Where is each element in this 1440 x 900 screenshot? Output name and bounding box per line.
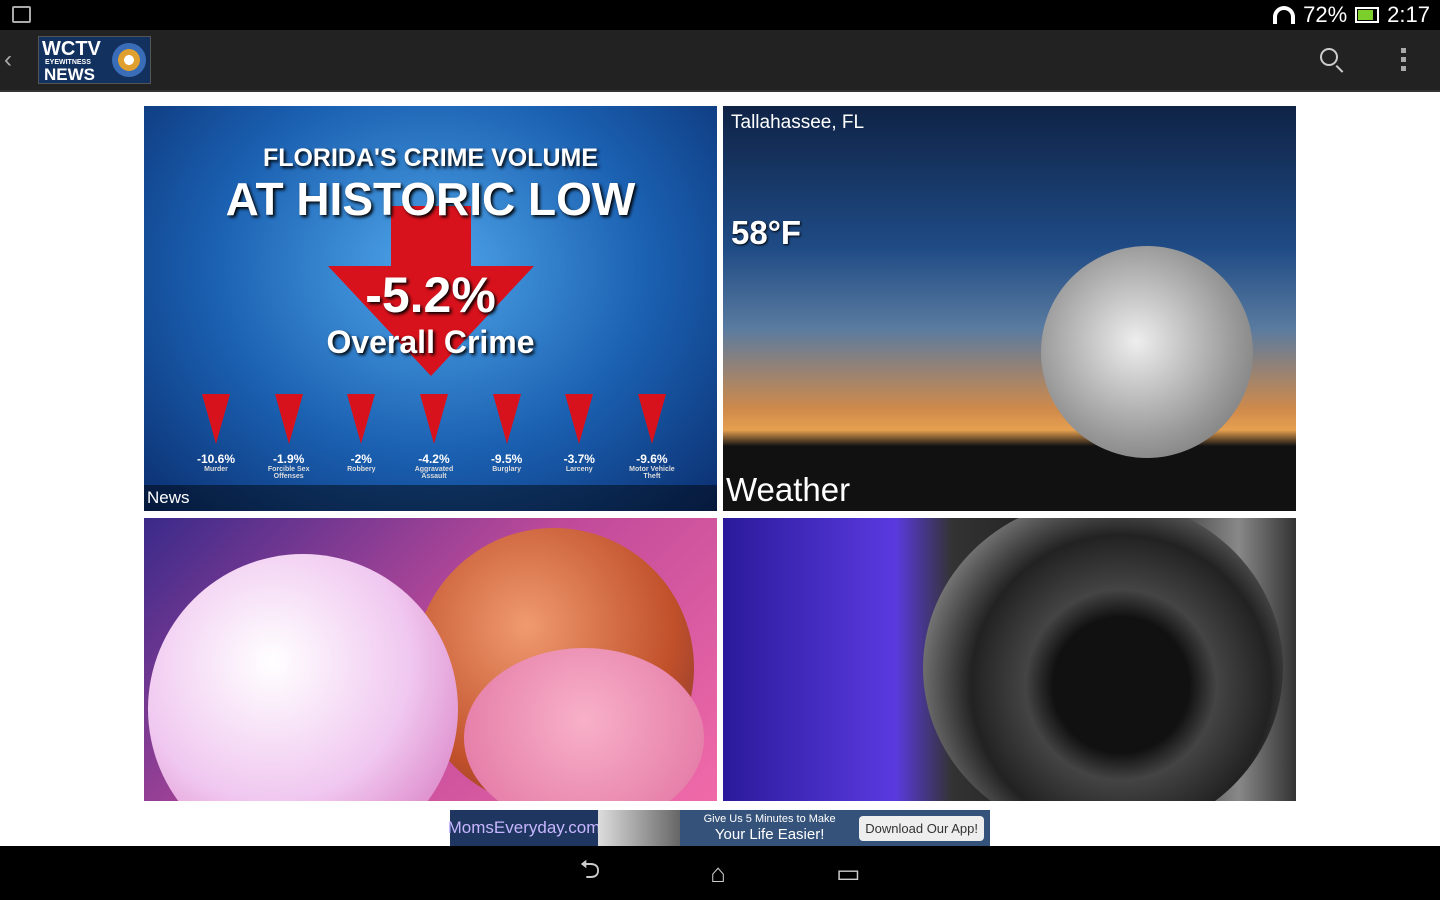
news-caption: News (144, 485, 717, 511)
camera-lens-image (923, 518, 1283, 801)
stat-item: -2% Robbery (329, 394, 393, 480)
video-tile[interactable] (723, 518, 1296, 801)
weather-temperature: 58°F (731, 214, 802, 251)
moon-image (1041, 246, 1253, 458)
overflow-menu-icon[interactable] (1401, 48, 1406, 71)
search-icon[interactable] (1320, 48, 1338, 66)
cbs-eye-icon (112, 43, 146, 77)
weather-tile[interactable]: Tallahassee, FL 58°F Weather (723, 106, 1296, 511)
crime-stats: -10.6% Murder -1.9% Forcible Sex Offenses … (184, 394, 684, 480)
battery-percent: 72% (1303, 2, 1348, 27)
overall-label: Overall Crime (326, 324, 535, 360)
stat-item: -1.9% Forcible Sex Offenses (257, 394, 321, 480)
back-icon[interactable]: ⮌ (579, 851, 600, 895)
headline-small: FLORIDA'S CRIME VOLUME (262, 144, 599, 172)
sports-tile[interactable] (144, 518, 717, 801)
home-icon[interactable]: ⌂ (710, 858, 726, 889)
ad-photo (598, 810, 680, 846)
stat-item: -9.6% Motor Vehicle Theft (620, 394, 684, 480)
status-bar: 72% 2:17 (0, 0, 1440, 30)
up-chevron-icon[interactable]: ‹ (4, 46, 12, 74)
soccer-ball-image (148, 554, 458, 801)
wifi-icon (1273, 6, 1296, 24)
action-bar: ‹ WCTV EYEWITNESS NEWS (0, 30, 1440, 92)
battery-icon (1355, 7, 1380, 23)
ad-tagline: Give Us 5 Minutes to Make Your Life Easie… (703, 813, 836, 843)
overall-value: -5.2% (365, 267, 496, 323)
weather-caption: Weather (726, 471, 851, 508)
news-tile[interactable]: FLORIDA'S CRIME VOLUME AT HISTORIC LOW -… (144, 106, 717, 511)
stat-item: -10.6% Murder (184, 394, 248, 480)
ad-brand: MomsEveryday.com (448, 810, 600, 846)
recents-icon[interactable]: ▭ (836, 858, 861, 889)
stat-item: -9.5% Burglary (475, 394, 539, 480)
image-notification-icon (12, 6, 31, 23)
navigation-bar: ⮌ ⌂ ▭ (0, 846, 1440, 900)
logo-text: WCTV (42, 38, 101, 60)
logo-news: NEWS (44, 65, 95, 84)
clock: 2:17 (1387, 2, 1430, 27)
stat-item: -4.2% Aggravated Assault (402, 394, 466, 480)
wctv-logo[interactable]: WCTV EYEWITNESS NEWS (38, 36, 151, 84)
headline-big: AT HISTORIC LOW (225, 173, 636, 225)
ad-download-button[interactable]: Download Our App! (859, 815, 984, 841)
ad-banner[interactable]: MomsEveryday.com Give Us 5 Minutes to Ma… (448, 810, 990, 846)
stat-item: -3.7% Larceny (547, 394, 611, 480)
weather-location: Tallahassee, FL (731, 112, 865, 133)
